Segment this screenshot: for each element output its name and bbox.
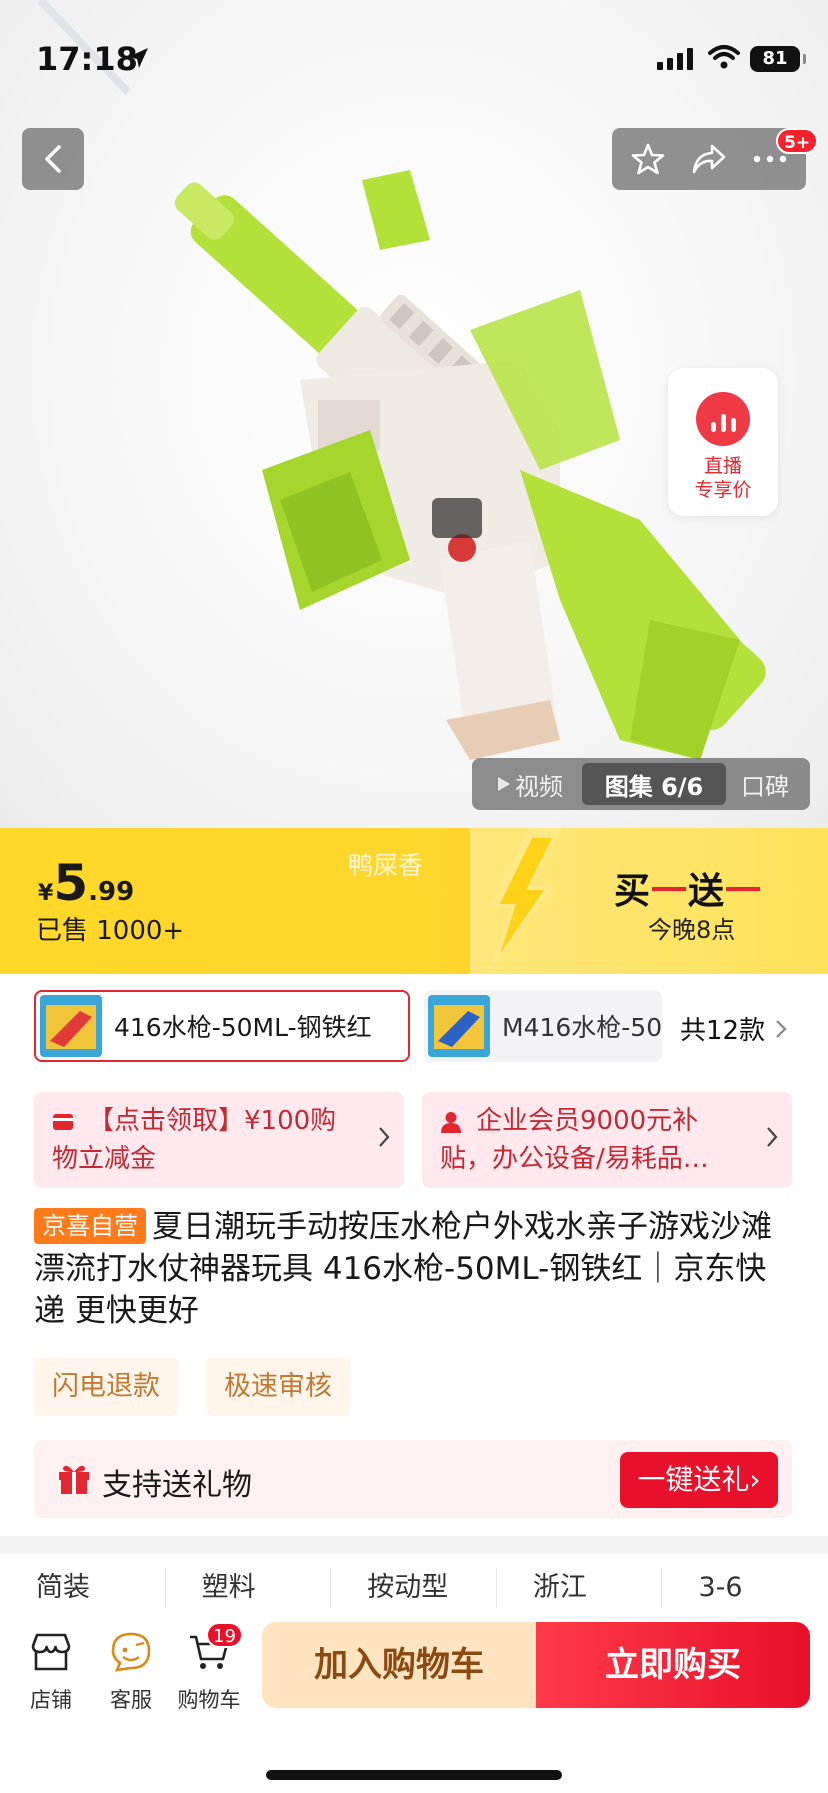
wifi-icon (708, 45, 740, 69)
store-button[interactable]: 店铺 (16, 1626, 86, 1714)
sku-thumbnail (428, 995, 490, 1057)
live-price-card[interactable]: 直播 专享价 (668, 368, 778, 516)
spec-row[interactable]: 简装 塑料 按动型 浙江 3-6 (0, 1568, 828, 1612)
coupon-text: 企业会员9000元补贴，办公设备/易耗品… (440, 1102, 740, 1178)
enterprise-subsidy-card[interactable]: 企业会员9000元补贴，办公设备/易耗品… (422, 1092, 792, 1188)
section-divider (0, 1536, 828, 1554)
chevron-right-icon (379, 1127, 390, 1147)
play-icon (498, 777, 510, 791)
add-to-cart-button[interactable]: 加入购物车 (262, 1622, 536, 1708)
customer-service-label: 客服 (110, 1688, 152, 1712)
tab-video[interactable]: 视频 (478, 763, 582, 805)
bogo-one-a: 一 (651, 871, 689, 912)
bogo-get: 送 (688, 871, 726, 912)
sold-count: 已售 1000+ (36, 916, 185, 946)
coupon-card[interactable]: 【点击领取】¥100购物立减金 (34, 1092, 404, 1188)
price-integer: 5 (53, 854, 89, 912)
spec-item: 3-6 (698, 1572, 743, 1603)
tab-video-label: 视频 (515, 772, 563, 801)
sku-option[interactable]: M416水枪-50ML (424, 990, 662, 1062)
status-time: 17:18 (36, 40, 138, 78)
coupon-label: 【点击领取】¥100购物立减金 (52, 1106, 337, 1174)
spec-item: 按动型 (331, 1568, 497, 1608)
more-dots-icon (753, 155, 786, 163)
user-icon (441, 1111, 461, 1133)
promo-banner: ¥5.99 已售 1000+ 鸭屎香 买一送一 今晚8点 (0, 828, 828, 974)
price: ¥5.99 (38, 854, 134, 912)
sku-total-label: 共12款 (680, 1016, 766, 1046)
sku-selected-label: 416水枪-50ML-钢铁红 (114, 1013, 372, 1042)
share-button[interactable] (684, 134, 734, 184)
coupon-text: 【点击领取】¥100购物立减金 (52, 1102, 352, 1178)
price-currency: ¥ (38, 881, 54, 906)
bogo-label: 买一送一 (614, 862, 762, 914)
spec-item: 塑料 (166, 1568, 332, 1608)
media-tabs: 视频 图集 6/6 口碑 (472, 758, 810, 810)
share-icon (692, 144, 726, 174)
service-tag: 闪电退款 (34, 1358, 178, 1416)
live-label-line1: 直播 (703, 455, 742, 477)
back-button[interactable] (22, 128, 84, 190)
favorite-button[interactable] (623, 134, 673, 184)
price-decimal: .99 (88, 877, 135, 907)
customer-service-button[interactable]: 客服 (96, 1626, 166, 1714)
bogo-one-b: 一 (725, 871, 763, 912)
customer-service-icon (111, 1632, 151, 1672)
status-bar: 17:18 81 (0, 0, 828, 110)
promo-scent-label: 鸭屎香 (348, 851, 424, 880)
home-indicator (266, 1770, 562, 1780)
bottom-action-bar: 店铺 客服 购物车 19 加入购物车 立即购买 (0, 1608, 828, 1793)
sku-option-selected[interactable]: 416水枪-50ML-钢铁红 (34, 990, 410, 1062)
live-icon (696, 392, 750, 446)
cart-label: 购物车 (177, 1688, 241, 1712)
store-icon (31, 1633, 71, 1671)
store-label: 店铺 (30, 1688, 72, 1712)
sku-selector: 416水枪-50ML-钢铁红 M416水枪-50ML 共12款 (0, 990, 828, 1066)
send-gift-button[interactable]: 一键送礼› (620, 1452, 778, 1508)
battery-indicator: 81 (750, 46, 806, 72)
buy-now-button[interactable]: 立即购买 (536, 1622, 810, 1708)
product-image-gallery[interactable]: 17:18 81 5+ 直播 专享价 视频 图集 6/6 口碑 (0, 0, 828, 828)
promo-time: 今晚8点 (648, 916, 736, 944)
live-label-line2: 专享价 (694, 479, 752, 501)
star-icon (632, 143, 665, 175)
gift-label: 支持送礼物 (102, 1468, 252, 1503)
cell-signal-icon (657, 46, 693, 70)
sku-thumbnail (40, 995, 102, 1057)
spec-item: 浙江 (497, 1568, 663, 1608)
sku-other-label: M416水枪-50ML (502, 1013, 662, 1042)
card-icon (53, 1113, 73, 1130)
bogo-buy: 买 (614, 871, 652, 912)
chevron-right-icon (776, 1019, 787, 1038)
jingxi-badge: 京喜自营 (34, 1208, 146, 1244)
subsidy-label: 企业会员9000元补贴，办公设备/易耗品… (440, 1106, 709, 1174)
tab-album[interactable]: 图集 6/6 (582, 763, 726, 805)
product-title: 京喜自营 夏日潮玩手动按压水枪户外戏水亲子游戏沙滩漂流打水仗神器玩具 416水枪-… (34, 1206, 794, 1332)
tab-reviews[interactable]: 口碑 (726, 763, 804, 805)
chevron-left-icon (45, 145, 61, 173)
spec-item: 简装 (0, 1568, 166, 1608)
lightning-icon (488, 828, 562, 974)
cart-count-badge: 19 (206, 1622, 243, 1648)
message-badge: 5+ (776, 128, 819, 154)
service-tag: 极速审核 (206, 1358, 350, 1416)
location-arrow-icon (128, 48, 148, 68)
gift-icon (59, 1465, 89, 1494)
sku-total-button[interactable]: 共12款 (680, 1010, 787, 1047)
gift-bar: 支持送礼物 一键送礼› (34, 1440, 792, 1518)
chevron-right-icon (767, 1127, 778, 1147)
